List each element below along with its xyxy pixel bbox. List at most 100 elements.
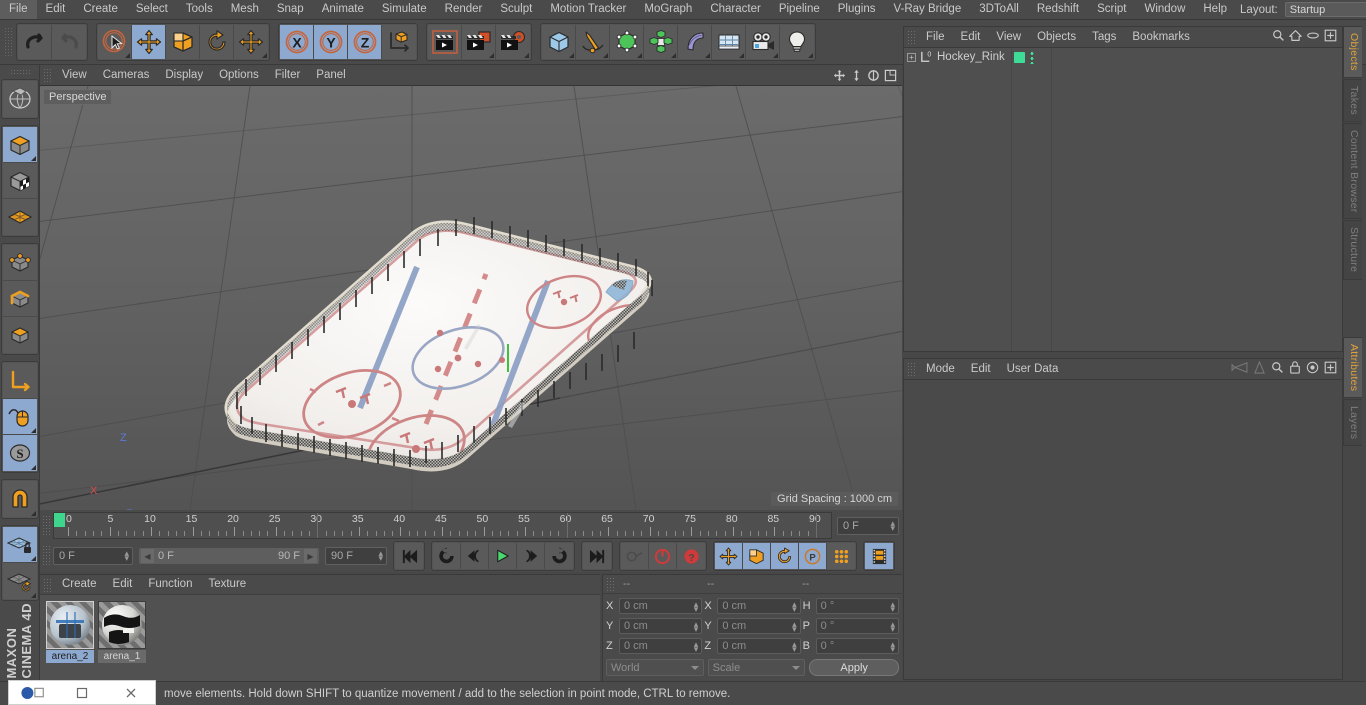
menu-item-motion-tracker[interactable]: Motion Tracker bbox=[541, 0, 635, 19]
texture-mode-button[interactable] bbox=[2, 163, 37, 199]
material-menu-texture[interactable]: Texture bbox=[200, 575, 254, 594]
viewport-grip[interactable] bbox=[43, 68, 52, 82]
coordinates-panel-grip[interactable] bbox=[606, 577, 615, 591]
keyframe-selection-button[interactable]: ? bbox=[677, 543, 705, 569]
undo-button[interactable] bbox=[18, 25, 52, 59]
coord-system-select[interactable]: World bbox=[606, 659, 704, 676]
render-to-picture-viewer-button[interactable] bbox=[462, 25, 496, 59]
spline-pen-button[interactable] bbox=[576, 25, 610, 59]
array-deformer-button[interactable] bbox=[644, 25, 678, 59]
menu-item-tools[interactable]: Tools bbox=[177, 0, 222, 19]
material-preview-swatch[interactable] bbox=[46, 601, 94, 649]
menu-item-vray-bridge[interactable]: V-Ray Bridge bbox=[884, 0, 970, 19]
x-axis-lock[interactable]: X bbox=[280, 25, 314, 59]
pan-view-icon[interactable] bbox=[832, 68, 847, 83]
timeline-grip[interactable] bbox=[42, 514, 51, 537]
spinner-icon[interactable]: ▴ ▾ bbox=[378, 549, 383, 563]
plus-box-icon[interactable] bbox=[1324, 29, 1337, 45]
tab-takes[interactable]: Takes bbox=[1343, 78, 1362, 122]
material-item[interactable]: arena_1 bbox=[98, 601, 146, 684]
range-right-arrow-icon[interactable]: ▶ bbox=[304, 549, 317, 563]
object-menu-file[interactable]: File bbox=[918, 27, 953, 47]
spinner-icon[interactable]: ▴ ▾ bbox=[890, 600, 895, 614]
attribute-panel-grip[interactable] bbox=[907, 362, 916, 376]
enable-snapping-button[interactable] bbox=[2, 481, 37, 517]
attribute-content-area[interactable] bbox=[904, 380, 1342, 679]
attribute-menu-user-data[interactable]: User Data bbox=[999, 359, 1067, 379]
timeline-filmstrip-button[interactable] bbox=[865, 543, 893, 569]
autokeying-button[interactable] bbox=[649, 543, 677, 569]
menu-item-select[interactable]: Select bbox=[127, 0, 177, 19]
rotate-view-icon[interactable] bbox=[866, 68, 881, 83]
play-button[interactable] bbox=[489, 543, 517, 569]
coord-input-size-y[interactable]: 0 cm ▴ ▾ bbox=[717, 618, 801, 634]
menu-item-mesh[interactable]: Mesh bbox=[222, 0, 268, 19]
ellipse-icon[interactable] bbox=[1306, 29, 1320, 45]
polygons-mode-button[interactable] bbox=[2, 317, 37, 353]
record-pla-button[interactable] bbox=[827, 543, 855, 569]
object-menu-tags[interactable]: Tags bbox=[1084, 27, 1124, 47]
previous-frame-button[interactable] bbox=[461, 543, 489, 569]
edges-mode-button[interactable] bbox=[2, 281, 37, 317]
menu-item-simulate[interactable]: Simulate bbox=[373, 0, 436, 19]
object-tag-dots-icon[interactable] bbox=[1030, 51, 1034, 64]
menu-item-character[interactable]: Character bbox=[701, 0, 770, 19]
viewport-solo-button[interactable] bbox=[2, 399, 37, 435]
tab-attributes[interactable]: Attributes bbox=[1343, 336, 1362, 399]
play-forwards-loop-button[interactable] bbox=[545, 543, 573, 569]
menu-item-help[interactable]: Help bbox=[1194, 0, 1236, 19]
current-frame-field[interactable]: 0 F ▴ ▾ bbox=[837, 516, 899, 535]
material-menu-function[interactable]: Function bbox=[140, 575, 200, 594]
scale-tool[interactable] bbox=[166, 25, 200, 59]
timeline-end-field[interactable]: 90 F ▴ ▾ bbox=[325, 547, 387, 565]
material-item[interactable]: arena_2 bbox=[46, 601, 94, 684]
menu-item-create[interactable]: Create bbox=[74, 0, 127, 19]
camera-button[interactable] bbox=[746, 25, 780, 59]
spinner-icon[interactable]: ▴ ▾ bbox=[694, 640, 699, 654]
coord-input-rot-p[interactable]: 0 ° ▴ ▾ bbox=[815, 618, 899, 634]
planar-workplane-button[interactable] bbox=[2, 563, 37, 599]
lock-workplane-button[interactable] bbox=[2, 527, 37, 563]
search-icon[interactable] bbox=[1272, 29, 1285, 45]
spinner-icon[interactable]: ▴ ▾ bbox=[792, 640, 797, 654]
object-menu-view[interactable]: View bbox=[988, 27, 1029, 47]
move-tool[interactable] bbox=[132, 25, 166, 59]
record-rotation-button[interactable] bbox=[771, 543, 799, 569]
menu-item-plugins[interactable]: Plugins bbox=[829, 0, 885, 19]
primitive-cube-button[interactable] bbox=[542, 25, 576, 59]
maximize-view-icon[interactable] bbox=[883, 68, 898, 83]
bend-deformer-button[interactable] bbox=[678, 25, 712, 59]
dynamic-place-tool[interactable] bbox=[234, 25, 268, 59]
timeline-playhead[interactable] bbox=[54, 513, 65, 527]
apply-button[interactable]: Apply bbox=[809, 659, 900, 676]
timeline-range-bar[interactable]: ◀ 0 F 90 F ▶ bbox=[138, 547, 320, 565]
model-mode-button[interactable] bbox=[2, 127, 37, 163]
search-icon[interactable] bbox=[1271, 361, 1284, 377]
home-icon[interactable] bbox=[1289, 29, 1302, 45]
menu-item-edit[interactable]: Edit bbox=[37, 0, 75, 19]
spinner-icon[interactable]: ▴ ▾ bbox=[694, 620, 699, 634]
workplane-grid-button[interactable] bbox=[2, 199, 37, 235]
points-mode-button[interactable] bbox=[2, 245, 37, 281]
range-left-arrow-icon[interactable]: ◀ bbox=[141, 549, 154, 563]
menu-item-mograph[interactable]: MoGraph bbox=[635, 0, 701, 19]
timeline-ruler[interactable]: 0 5 10 15 20 25 30 35 40 45 50 55 60 65 70 75 80 85 90 bbox=[53, 512, 832, 539]
menu-item-3dtoall[interactable]: 3DToAll bbox=[970, 0, 1028, 19]
dolly-view-icon[interactable] bbox=[849, 68, 864, 83]
scene-environment-button[interactable] bbox=[712, 25, 746, 59]
viewport-menu-filter[interactable]: Filter bbox=[267, 65, 309, 85]
object-menu-objects[interactable]: Objects bbox=[1029, 27, 1084, 47]
object-menu-edit[interactable]: Edit bbox=[953, 27, 989, 47]
material-panel-grip[interactable] bbox=[43, 577, 52, 592]
coord-input-pos-z[interactable]: 0 cm ▴ ▾ bbox=[619, 638, 703, 654]
coord-input-pos-x[interactable]: 0 cm ▴ ▾ bbox=[619, 598, 703, 614]
coord-input-pos-y[interactable]: 0 cm ▴ ▾ bbox=[619, 618, 703, 634]
render-settings-button[interactable] bbox=[496, 25, 530, 59]
viewport-menu-options[interactable]: Options bbox=[211, 65, 267, 85]
viewport-canvas[interactable]: Perspective Grid Spacing : 1000 cm Y Z bbox=[40, 86, 902, 510]
app-restore-icon[interactable] bbox=[9, 680, 58, 705]
menu-item-script[interactable]: Script bbox=[1088, 0, 1135, 19]
coord-input-size-z[interactable]: 0 cm ▴ ▾ bbox=[717, 638, 801, 654]
material-menu-edit[interactable]: Edit bbox=[105, 575, 141, 594]
rotate-tool[interactable] bbox=[200, 25, 234, 59]
